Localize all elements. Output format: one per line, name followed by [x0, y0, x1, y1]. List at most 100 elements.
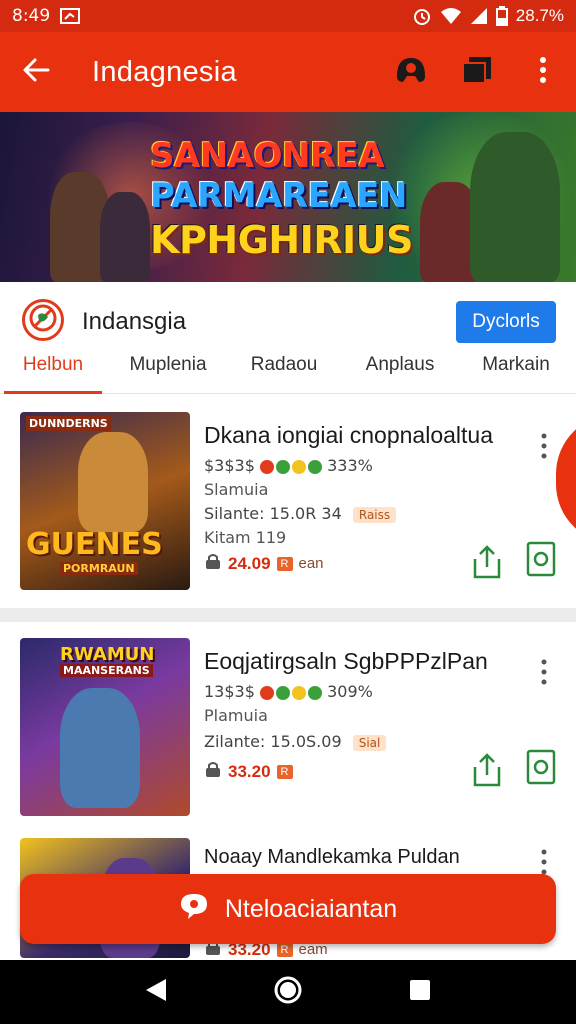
app-title: Indagnesia [92, 55, 237, 88]
nav-home-icon [274, 976, 302, 1009]
price-value: 24.09 [228, 553, 271, 573]
banner-character-2 [100, 192, 150, 282]
tab-helbun[interactable]: Helbun [4, 348, 102, 394]
video-title[interactable]: Noaay Mandlekamka Puldan [204, 846, 460, 869]
bookmark-icon [526, 541, 556, 582]
wifi-icon [440, 7, 462, 25]
thumbnail-top-label: RWAMUN [60, 644, 155, 665]
rating-dot-green-2 [308, 459, 322, 474]
save-button[interactable] [525, 541, 557, 582]
chat-bubble-icon [179, 892, 209, 927]
rating-stars [260, 459, 322, 474]
cast-button[interactable] [444, 32, 510, 112]
signal-icon [470, 7, 488, 25]
more-options-button[interactable] [510, 32, 576, 112]
nav-recents-button[interactable] [390, 962, 450, 1022]
screenshot-icon [60, 8, 81, 24]
price-badge: R [276, 556, 293, 571]
tab-muplenia[interactable]: Muplenia [118, 348, 218, 394]
status-badge: Sial [352, 734, 387, 751]
tab-anplaus[interactable]: Anplaus [350, 348, 450, 394]
video-title[interactable]: Dkana iongiai cnopnaloaltua [204, 422, 493, 449]
lock-icon [204, 760, 222, 783]
stat-label: Silante: 15.0R 34 [204, 504, 342, 523]
primary-action-button[interactable]: Nteloaciaiantan [20, 874, 556, 944]
primary-action-label: Nteloaciaiantan [224, 894, 398, 923]
rating-row: $3$3$ 333% [204, 456, 373, 475]
tab-markain[interactable]: Markain [468, 348, 564, 394]
banner-text-line-2: PARMAREAEN [150, 176, 407, 216]
battery-icon [495, 6, 508, 26]
channel-tabs: Helbun Muplenia Radaou Anplaus Markain [0, 348, 576, 394]
rating-value: 309% [327, 682, 373, 701]
channel-banner[interactable]: SANAONREA PARMAREAEN KPHGHIRIUS [0, 112, 576, 282]
app-screen: 8:49 28.7% Indagnesia SANAONREA PARMAREA… [0, 0, 576, 1024]
rating-prefix: $3$3$ [204, 456, 255, 475]
price-row: 24.09 R ean [204, 552, 324, 575]
game-controller-button[interactable] [378, 32, 444, 112]
video-thumbnail[interactable]: DUNNDERNS GUENES PORMRAUN [20, 412, 190, 590]
thumbnail-character [78, 432, 148, 532]
price-value: 33.20 [228, 761, 271, 781]
bookmark-icon [526, 749, 556, 790]
channel-header: Indansgia Dyclorls Helbun Muplenia Radao… [0, 282, 576, 394]
follow-button[interactable]: Dyclorls [456, 301, 556, 343]
status-badge: Raiss [352, 506, 397, 523]
rating-dot-green [276, 459, 290, 474]
rating-dot-red [260, 685, 274, 700]
video-title[interactable]: Eoqjatirgsaln SgbPPPzlPan [204, 648, 488, 675]
system-nav-bar [0, 960, 576, 1024]
more-vert-icon [541, 432, 547, 465]
share-icon [472, 752, 502, 792]
cast-icon [461, 55, 493, 90]
share-icon [472, 544, 502, 584]
nav-recents-icon [408, 978, 432, 1007]
thumbnail-subtitle: PORMRAUN [60, 562, 138, 575]
rating-dot-red [260, 459, 274, 474]
rating-dot-green-2 [308, 685, 322, 700]
back-arrow-icon [22, 56, 50, 89]
nav-home-button[interactable] [258, 962, 318, 1022]
stat-row: Silante: 15.0R 34 Raiss [204, 504, 397, 523]
thumbnail-title: MAANSERANS [60, 664, 153, 677]
status-time: 8:49 [12, 6, 51, 26]
banner-text-line-3: KPHGHIRIUS [150, 218, 413, 262]
stat-label: Zilante: 15.0S.09 [204, 732, 342, 751]
rating-row: 13$3$ 309% [204, 682, 373, 701]
rating-prefix: 13$3$ [204, 682, 255, 701]
video-extra: Kitam 119 [204, 528, 287, 547]
battery-percent: 28.7% [515, 6, 564, 25]
alarm-icon [412, 6, 432, 26]
list-item[interactable]: RWAMUN MAANSERANS Eoqjatirgsaln SgbPPPzl… [0, 622, 576, 836]
rating-stars [260, 685, 322, 700]
banner-character-4 [470, 132, 560, 282]
item-menu-button[interactable] [530, 430, 558, 466]
stat-row: Zilante: 15.0S.09 Sial [204, 732, 387, 751]
back-button[interactable] [0, 32, 72, 112]
app-bar: Indagnesia [0, 32, 576, 112]
price-badge: R [276, 764, 293, 779]
price-badge: R [276, 942, 293, 957]
rating-dot-yellow [292, 459, 306, 474]
thumbnail-title: GUENES [26, 527, 163, 562]
price-row: 33.20 R [204, 760, 293, 783]
video-thumbnail[interactable]: RWAMUN MAANSERANS [20, 638, 190, 816]
rating-value: 333% [327, 456, 373, 475]
tab-radaou[interactable]: Radaou [236, 348, 332, 394]
channel-avatar[interactable] [22, 299, 64, 341]
no-sign-icon [28, 303, 58, 338]
thumbnail-top-label: DUNNDERNS [26, 416, 111, 431]
item-menu-button[interactable] [530, 656, 558, 692]
save-button[interactable] [525, 749, 557, 790]
share-button[interactable] [470, 752, 504, 792]
banner-text-line-1: SANAONREA [150, 136, 385, 176]
rating-dot-yellow [292, 685, 306, 700]
rating-dot-green [276, 685, 290, 700]
nav-back-button[interactable] [126, 962, 186, 1022]
share-button[interactable] [470, 544, 504, 584]
video-subtitle: Plamuia [204, 706, 268, 725]
list-item[interactable]: DUNNDERNS GUENES PORMRAUN Dkana iongiai … [0, 394, 576, 608]
channel-name: Indansgia [82, 308, 187, 335]
thumbnail-character [60, 688, 140, 808]
game-controller-icon [391, 54, 431, 91]
